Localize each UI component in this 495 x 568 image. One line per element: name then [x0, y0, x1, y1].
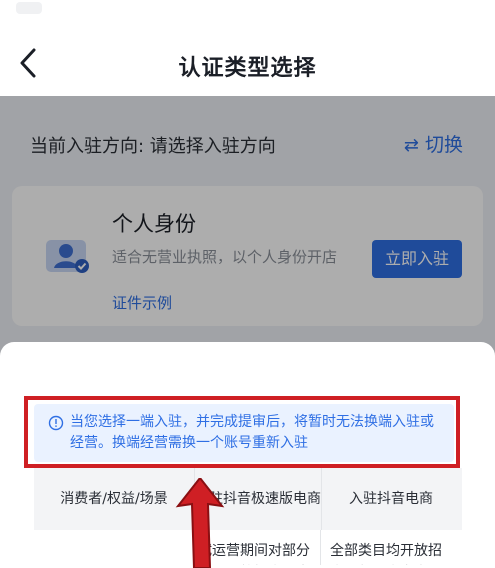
table-cell: 全部类目均开放招商，部分商家类目 [330, 543, 442, 559]
column-divider [194, 530, 195, 565]
notice-banner: 当您选择一端入驻，并完成提审后，将暂时无法换端入驻或经营。换端经营需换一个账号重… [34, 404, 454, 462]
status-bar [0, 0, 495, 30]
status-indicator [16, 2, 42, 14]
column-header: 入驻抖音极速版电商 [194, 468, 322, 530]
column-divider [320, 530, 321, 565]
bottom-sheet: 当您选择一端入驻，并完成提审后，将暂时无法换端入驻或经营。换端经营需换一个账号重… [0, 342, 495, 565]
comparison-table: 消费者/权益/场景 入驻抖音极速版电商 入驻抖音电商 试运营期间对部分类目开放招… [34, 468, 462, 565]
info-circle-icon [48, 415, 64, 431]
table-row: 试运营期间对部分类目开放招商，全 全部类目均开放招商，部分商家类目 [34, 530, 462, 565]
table-header: 消费者/权益/场景 入驻抖音极速版电商 入驻抖音电商 [34, 468, 462, 530]
page-title: 认证类型选择 [178, 56, 317, 81]
table-cell: 试运营期间对部分类目开放招商，全 [198, 543, 310, 559]
column-header: 消费者/权益/场景 [60, 491, 168, 507]
notice-text: 当您选择一端入驻，并完成提审后，将暂时无法换端入驻或经营。换端经营需换一个账号重… [70, 414, 434, 451]
app-header: 认证类型选择 [0, 30, 495, 96]
column-header: 入驻抖音电商 [349, 491, 433, 507]
